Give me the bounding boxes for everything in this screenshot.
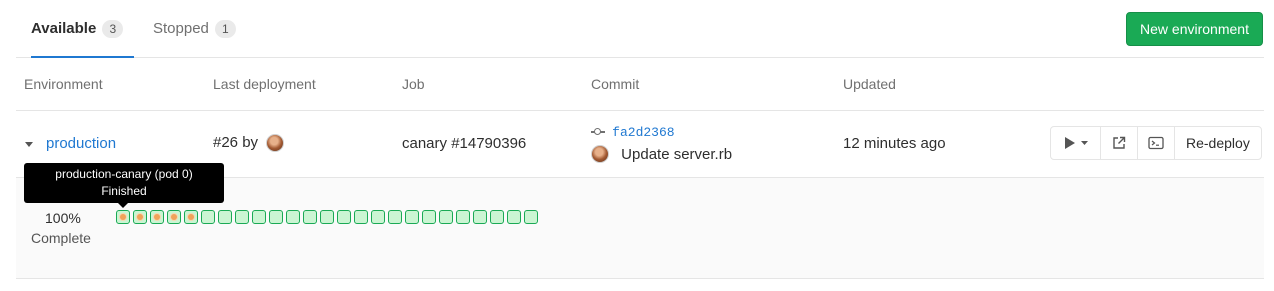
deploy-instance[interactable] — [150, 210, 164, 224]
deploy-instance[interactable] — [473, 210, 487, 224]
deploy-instance[interactable] — [524, 210, 538, 224]
instance-tooltip: production-canary (pod 0) Finished — [24, 163, 224, 208]
open-environment-button[interactable] — [1100, 126, 1138, 160]
column-environment: Environment — [24, 76, 103, 92]
tooltip-title: production-canary (pod 0) — [55, 167, 193, 181]
tooltip-status: Finished — [101, 184, 147, 198]
updated-time: 12 minutes ago — [843, 135, 946, 152]
terminal-icon — [1148, 136, 1164, 150]
deploy-instance[interactable] — [269, 210, 283, 224]
deploy-instance[interactable] — [116, 210, 130, 224]
terminal-button[interactable] — [1137, 126, 1175, 160]
tab-stopped-count: 1 — [214, 19, 236, 38]
table-header: Environment Last deployment Job Commit U… — [16, 58, 1264, 111]
instance-list — [116, 210, 541, 224]
tab-available-count: 3 — [102, 19, 124, 38]
environment-name-link[interactable]: production — [46, 135, 116, 152]
column-commit: Commit — [591, 76, 640, 92]
deploy-progress-label: Complete — [31, 230, 91, 246]
deploy-instance[interactable] — [405, 210, 419, 224]
deploy-instance[interactable] — [439, 210, 453, 224]
deploy-instance[interactable] — [456, 210, 470, 224]
deploy-instance[interactable] — [201, 210, 215, 224]
deploy-instance[interactable] — [337, 210, 351, 224]
avatar[interactable] — [266, 134, 285, 153]
deploy-instance[interactable] — [320, 210, 334, 224]
column-last-deployment: Last deployment — [213, 76, 316, 92]
deploy-instance[interactable] — [371, 210, 385, 224]
environment-actions: Re-deploy — [1050, 126, 1262, 160]
deploy-instance[interactable] — [286, 210, 300, 224]
deploy-instance[interactable] — [218, 210, 232, 224]
commit-cell: fa2d2368 Update server.rb — [591, 123, 732, 165]
play-icon — [1064, 137, 1088, 149]
external-link-icon — [1113, 136, 1126, 149]
column-job: Job — [402, 76, 425, 92]
last-deployment: #26 by — [213, 134, 285, 153]
deploy-instance[interactable] — [354, 210, 368, 224]
job-link[interactable]: canary #14790396 — [402, 135, 526, 152]
deploy-instance[interactable] — [184, 210, 198, 224]
deploy-instance[interactable] — [252, 210, 266, 224]
commit-sha-link[interactable]: fa2d2368 — [612, 125, 674, 140]
deploy-instance[interactable] — [235, 210, 249, 224]
deploy-instance[interactable] — [133, 210, 147, 224]
commit-author-avatar[interactable] — [591, 145, 609, 164]
deploy-progress-percent: 100% — [45, 210, 81, 226]
deploy-instance[interactable] — [388, 210, 402, 224]
deploy-instance[interactable] — [507, 210, 521, 224]
deploy-instance[interactable] — [303, 210, 317, 224]
deploy-instance[interactable] — [422, 210, 436, 224]
deploy-instance[interactable] — [490, 210, 504, 224]
tab-available-label: Available — [31, 20, 97, 37]
deployment-label: #26 by — [213, 134, 259, 151]
redeploy-button[interactable]: Re-deploy — [1174, 126, 1262, 160]
column-updated: Updated — [843, 76, 896, 92]
deploy-instance[interactable] — [167, 210, 181, 224]
tab-stopped-label: Stopped — [153, 20, 209, 37]
deploy-actions-dropdown[interactable] — [1050, 126, 1101, 160]
commit-title[interactable]: Update server.rb — [621, 146, 732, 163]
tab-stopped[interactable]: Stopped 1 — [153, 0, 243, 57]
commit-icon — [591, 128, 605, 136]
environment-tabs: Available 3 Stopped 1 — [16, 0, 1264, 58]
tab-available[interactable]: Available 3 — [31, 0, 134, 58]
caret-down-icon[interactable] — [25, 142, 33, 147]
new-environment-button[interactable]: New environment — [1126, 12, 1263, 46]
